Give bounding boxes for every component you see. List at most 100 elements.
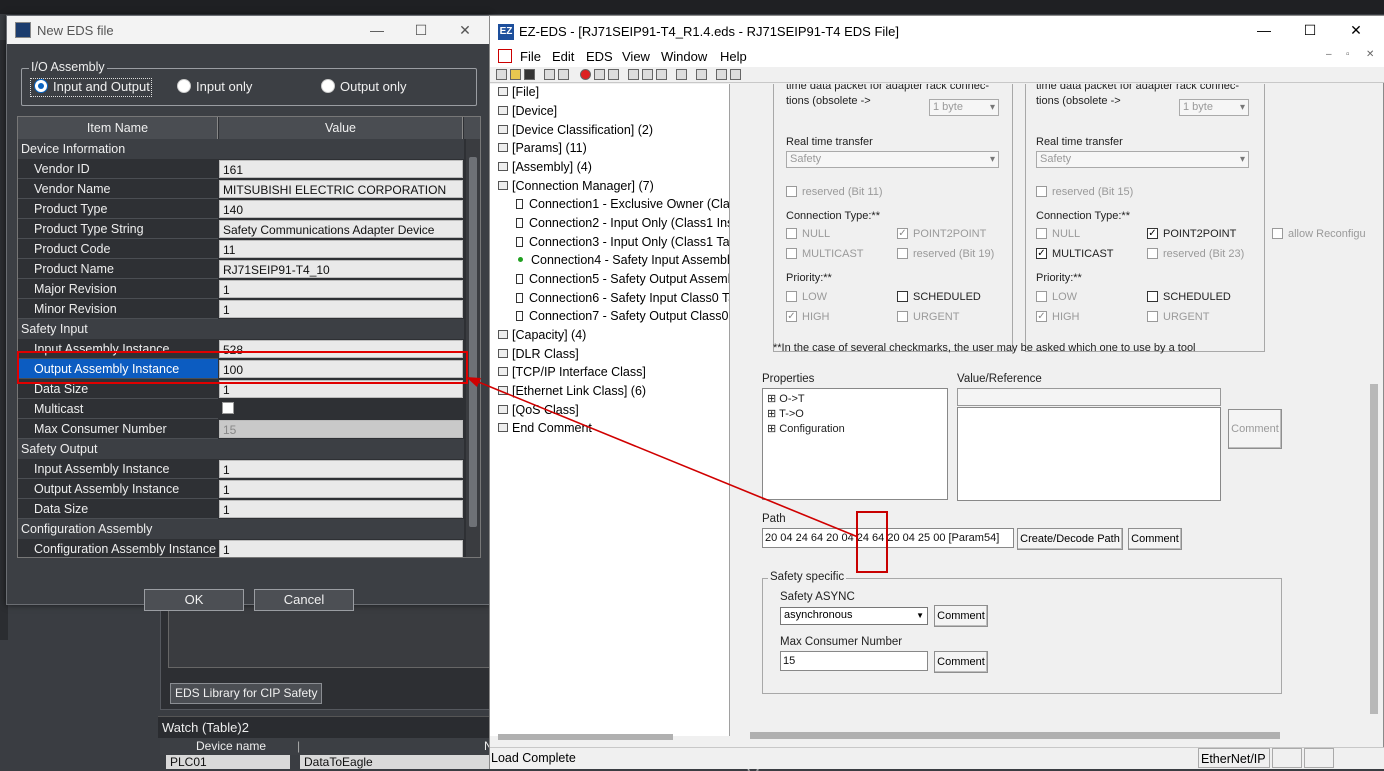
minimize-button[interactable]: — [355, 18, 399, 42]
max-consumer-comment-button[interactable]: Comment [934, 651, 988, 673]
item-value[interactable]: 1 [219, 540, 463, 557]
grid-row[interactable]: Max Consumer Number 15 [18, 419, 464, 439]
grid-row[interactable]: Product Name RJ71SEIP91-T4_10 [18, 259, 464, 279]
grid-row[interactable]: Multicast [18, 399, 464, 419]
tree-item-connection[interactable]: Connection3 - Input Only (Class1 Tag [516, 235, 729, 249]
menu-view[interactable]: View [622, 49, 650, 64]
tree-item[interactable]: [QoS Class] [498, 403, 579, 417]
tree-item-connection[interactable]: Connection1 - Exclusive Owner (Class [516, 197, 729, 211]
grid-row[interactable]: Vendor Name MITSUBISHI ELECTRIC CORPORAT… [18, 179, 464, 199]
tree-item[interactable]: [Ethernet Link Class] (6) [498, 384, 646, 398]
item-value[interactable]: MITSUBISHI ELECTRIC CORPORATION [219, 180, 463, 198]
eds-library-button[interactable]: EDS Library for CIP Safety [170, 683, 322, 704]
main-vscroll[interactable] [1366, 84, 1382, 736]
close-button[interactable]: ✕ [443, 18, 487, 42]
tree-item[interactable]: [Connection Manager] (7) [498, 179, 654, 193]
help-book-icon[interactable] [676, 69, 687, 80]
item-value[interactable]: 1 [219, 280, 463, 298]
grid-row[interactable]: Product Type 140 [18, 199, 464, 219]
tool-icon[interactable] [608, 69, 619, 80]
paste-icon[interactable] [558, 69, 569, 80]
watch-table-row[interactable]: PLC01 DataToEagle [166, 755, 490, 769]
tree-item[interactable]: [TCP/IP Interface Class] [498, 365, 646, 379]
ez-minimize-button[interactable]: — [1242, 18, 1286, 42]
radio-input-and-output[interactable]: Input and Output [34, 79, 150, 94]
tree-item[interactable]: [Params] (11) [498, 141, 587, 155]
tree-item[interactable]: [File] [498, 85, 539, 99]
stop-icon[interactable] [580, 69, 591, 80]
item-value[interactable]: 11 [219, 240, 463, 258]
grid-row[interactable]: Product Code 11 [18, 239, 464, 259]
tree-item[interactable]: [DLR Class] [498, 347, 579, 361]
item-value[interactable]: 1 [219, 460, 463, 478]
grid-row[interactable]: Vendor ID 161 [18, 159, 464, 179]
grid-row[interactable]: Major Revision 1 [18, 279, 464, 299]
grid-scrollbar-thumb[interactable] [469, 157, 477, 527]
tree-item-connection[interactable]: Connection5 - Safety Output Assemb [516, 272, 729, 286]
create-decode-path-button[interactable]: Create/Decode Path [1017, 528, 1123, 550]
prop-item-t-o[interactable]: ⊞ T->O [767, 407, 804, 420]
tree-item[interactable]: [Capacity] (4) [498, 328, 586, 342]
print-icon[interactable] [696, 69, 707, 80]
new-icon[interactable] [496, 69, 507, 80]
mdi-close-icon[interactable]: ✕ [1366, 49, 1374, 60]
radio-output-only[interactable]: Output only [321, 79, 407, 94]
mdi-minimize-icon[interactable]: – [1326, 49, 1332, 60]
menu-help[interactable]: Help [720, 49, 747, 64]
ez-close-button[interactable]: ✕ [1334, 18, 1378, 42]
tool-icon[interactable] [656, 69, 667, 80]
multicast-checkbox-right[interactable]: ✓ [1036, 248, 1047, 259]
prop-item-o-t[interactable]: ⊞ O->T [767, 392, 805, 405]
multicast-checkbox[interactable] [222, 402, 234, 414]
menu-file[interactable]: File [520, 49, 541, 64]
grid-row[interactable]: Input Assembly Instance 1 [18, 459, 464, 479]
open-icon[interactable] [510, 69, 521, 80]
mdi-restore-icon[interactable]: ▫ [1346, 49, 1350, 60]
tree-item[interactable]: [Device] [498, 104, 557, 118]
tree-item-connection[interactable]: Connection6 - Safety Input Class0 Tag [516, 291, 729, 305]
grid-row[interactable]: Product Type String Safety Communication… [18, 219, 464, 239]
tree-item-connection[interactable]: Connection7 - Safety Output Class0 T [516, 309, 729, 323]
item-value[interactable]: 1 [219, 300, 463, 318]
context-help-icon[interactable] [730, 69, 741, 80]
maximize-button[interactable]: ☐ [399, 18, 443, 42]
main-vscroll-thumb[interactable] [1370, 384, 1378, 714]
radio-input-only[interactable]: Input only [177, 79, 252, 94]
item-value[interactable]: 140 [219, 200, 463, 218]
tool-icon[interactable] [642, 69, 653, 80]
tree-item[interactable]: End Comment [498, 421, 592, 435]
menu-edit[interactable]: Edit [552, 49, 574, 64]
tool-icon[interactable] [594, 69, 605, 80]
safety-async-comment-button[interactable]: Comment [934, 605, 988, 627]
tree-item[interactable]: [Device Classification] (2) [498, 123, 653, 137]
copy-icon[interactable] [544, 69, 555, 80]
ez-maximize-button[interactable]: ☐ [1288, 18, 1332, 42]
path-input[interactable]: 20 04 24 64 20 04 24 64 20 04 25 00 [Par… [762, 528, 1014, 548]
tree-hscroll[interactable] [498, 734, 673, 740]
help-icon[interactable] [716, 69, 727, 80]
grid-row[interactable]: Configuration Assembly Instance 1 [18, 539, 464, 557]
grid-scrollbar[interactable] [466, 139, 480, 557]
tool-icon[interactable] [628, 69, 639, 80]
tree-item-connection[interactable]: Connection2 - Input Only (Class1 Inst [516, 216, 729, 230]
prop-item-configuration[interactable]: ⊞ Configuration [767, 422, 845, 435]
item-value[interactable]: Safety Communications Adapter Device [219, 220, 463, 238]
item-value[interactable]: 161 [219, 160, 463, 178]
main-hscroll[interactable] [750, 732, 1280, 739]
item-value[interactable]: 1 [219, 480, 463, 498]
menu-eds[interactable]: EDS [586, 49, 613, 64]
category-safety-input[interactable]: Safety Input [18, 319, 464, 339]
safety-async-select[interactable]: asynchronous [780, 607, 928, 625]
ok-button[interactable]: OK [144, 589, 244, 611]
grid-row[interactable]: Data Size 1 [18, 499, 464, 519]
scheduled-checkbox[interactable] [1147, 291, 1158, 302]
p2p-checkbox[interactable]: ✓ [1147, 228, 1158, 239]
max-consumer-input[interactable]: 15 [780, 651, 928, 671]
save-icon[interactable] [524, 69, 535, 80]
tree-item-connection-selected[interactable]: Connection4 - Safety Input Assembly [518, 253, 729, 267]
document-icon[interactable] [498, 49, 512, 63]
cancel-button[interactable]: Cancel [254, 589, 354, 611]
scheduled-checkbox[interactable] [897, 291, 908, 302]
grid-row[interactable]: Output Assembly Instance 1 [18, 479, 464, 499]
tree-item[interactable]: [Assembly] (4) [498, 160, 592, 174]
